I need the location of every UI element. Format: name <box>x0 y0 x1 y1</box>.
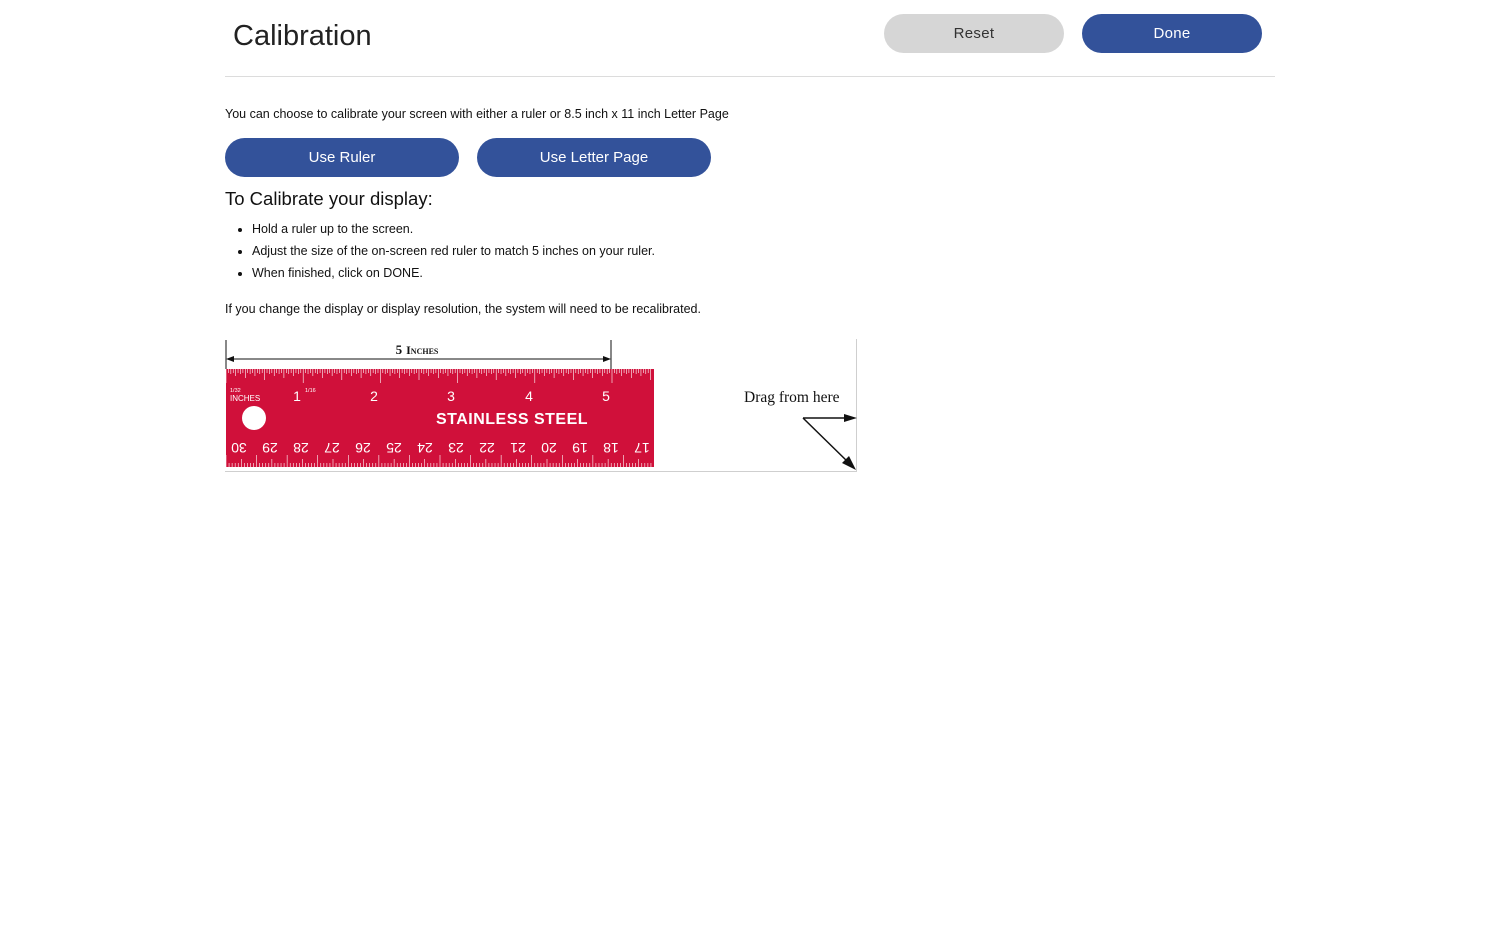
use-ruler-button[interactable]: Use Ruler <box>225 138 459 177</box>
instructions-list: Hold a ruler up to the screen. Adjust th… <box>225 220 655 286</box>
use-letter-page-button[interactable]: Use Letter Page <box>477 138 711 177</box>
cm-number: 26 <box>355 440 371 456</box>
list-item: When finished, click on DONE. <box>252 264 655 286</box>
reset-button[interactable]: Reset <box>884 14 1064 53</box>
inch-number: 2 <box>370 388 378 404</box>
dimension-arrow-right-icon <box>603 356 611 362</box>
inches-units-label: INCHES <box>230 394 260 403</box>
cm-number: 19 <box>572 440 588 456</box>
list-item: Hold a ruler up to the screen. <box>252 220 655 242</box>
cm-number: 24 <box>417 440 433 456</box>
cm-number: 25 <box>386 440 402 456</box>
cm-number: 30 <box>231 440 247 456</box>
cm-number: 28 <box>293 440 309 456</box>
instructions-heading: To Calibrate your display: <box>225 188 433 209</box>
recalibration-note: If you change the display or display res… <box>225 302 701 316</box>
cm-number: 17 <box>634 440 650 456</box>
ruler-hole <box>242 406 266 430</box>
done-button[interactable]: Done <box>1082 14 1262 53</box>
drag-hint-label: Drag from here <box>744 389 840 406</box>
dimension-label-number: 5 <box>396 342 403 357</box>
dimension-label-unit: Inches <box>406 343 439 357</box>
intro-text: You can choose to calibrate your screen … <box>225 107 729 121</box>
cm-number: 20 <box>541 440 557 456</box>
calibration-page: Calibration Reset Done You can choose to… <box>225 0 1275 472</box>
ruler-brand-text: STAINLESS STEEL <box>436 411 588 428</box>
fraction-16-label: 1/16 <box>305 388 316 394</box>
page-title: Calibration <box>233 20 372 52</box>
inch-number: 3 <box>447 388 455 404</box>
header: Calibration Reset Done <box>225 0 1275 77</box>
dimension-arrow-left-icon <box>226 356 234 362</box>
cm-number: 29 <box>262 440 278 456</box>
cm-number: 23 <box>448 440 464 456</box>
inch-number: 5 <box>602 388 610 404</box>
dimension-label: 5 Inches <box>396 342 439 357</box>
inch-number: 4 <box>525 388 533 404</box>
cm-number: 27 <box>324 440 340 456</box>
cm-number: 21 <box>510 440 526 456</box>
drag-arrow-icon[interactable] <box>802 414 857 470</box>
cm-number: 22 <box>479 440 495 456</box>
inch-number: 1 <box>293 388 301 404</box>
ruler-calibration-area: 5 Inches 1/32 1/16 INCHES 1 2 3 4 5 STAIN… <box>225 339 857 472</box>
list-item: Adjust the size of the on-screen red rul… <box>252 242 655 264</box>
cm-number: 18 <box>603 440 619 456</box>
